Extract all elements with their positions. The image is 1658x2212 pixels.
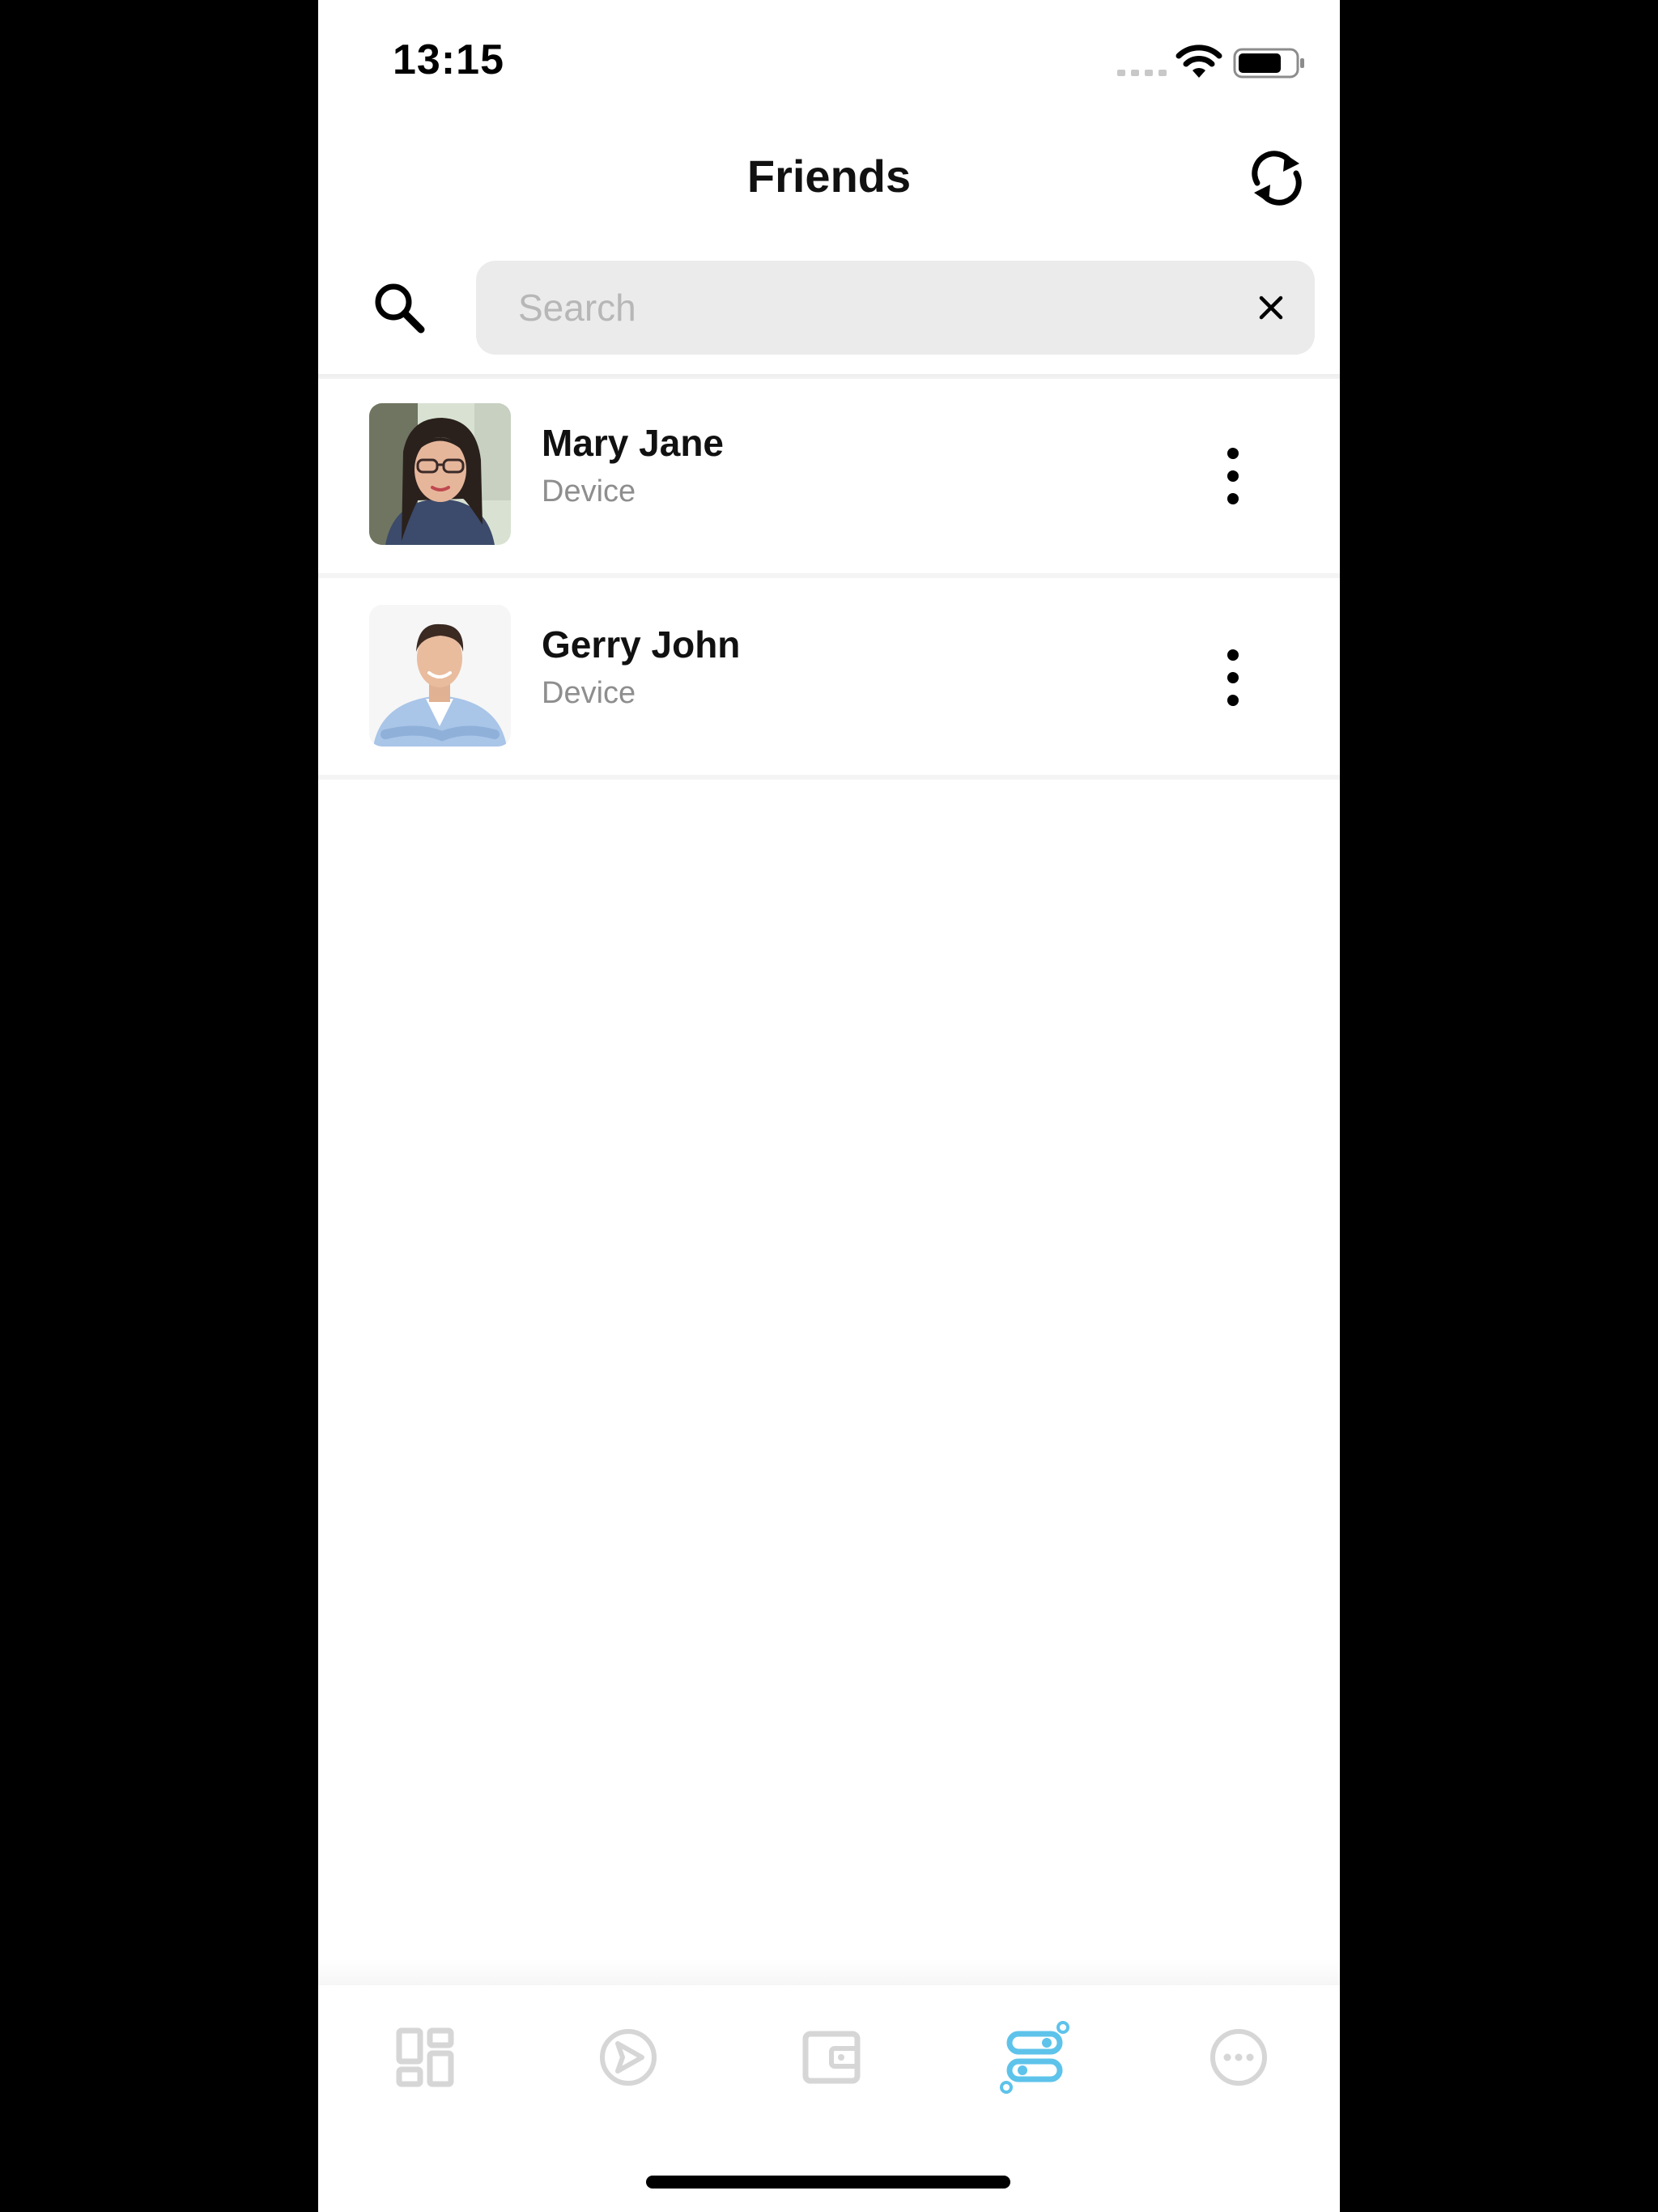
search-field[interactable]: [476, 261, 1315, 355]
more-icon[interactable]: [1202, 2021, 1275, 2094]
avatar: [369, 403, 511, 545]
search-input[interactable]: [518, 261, 1231, 355]
friend-subtitle: Device: [542, 676, 636, 710]
list-item[interactable]: Mary Jane Device: [318, 379, 1340, 578]
refresh-icon[interactable]: [1248, 146, 1306, 211]
status-time: 13:15: [393, 36, 504, 83]
connections-icon[interactable]: [998, 2021, 1071, 2094]
page-title: Friends: [746, 151, 912, 202]
dashboard-icon[interactable]: [389, 2021, 462, 2094]
wifi-icon: [1175, 45, 1222, 78]
more-options-icon[interactable]: [1210, 436, 1256, 517]
battery-icon: [1233, 48, 1304, 79]
phone-screen: 13:15 Friends Search Mary Jane Device Ge…: [318, 0, 1340, 2212]
avatar-photo-woman: [369, 403, 511, 545]
avatar-photo-man: [369, 605, 511, 747]
cellular-signal-icon: [1117, 70, 1167, 76]
friend-subtitle: Device: [542, 474, 636, 508]
status-bar: 13:15: [318, 0, 1340, 121]
clear-search-icon[interactable]: [1253, 290, 1289, 325]
send-icon[interactable]: [592, 2021, 665, 2094]
list-item[interactable]: Gerry John Device: [318, 581, 1340, 780]
friend-name: Gerry John: [542, 623, 741, 666]
home-indicator[interactable]: [646, 2176, 1010, 2189]
wallet-icon[interactable]: [796, 2021, 869, 2094]
friend-name: Mary Jane: [542, 422, 725, 464]
tab-bar-divider: [318, 1959, 1340, 1985]
more-options-icon[interactable]: [1210, 637, 1256, 718]
avatar: [369, 605, 511, 747]
search-icon[interactable]: [371, 279, 427, 336]
